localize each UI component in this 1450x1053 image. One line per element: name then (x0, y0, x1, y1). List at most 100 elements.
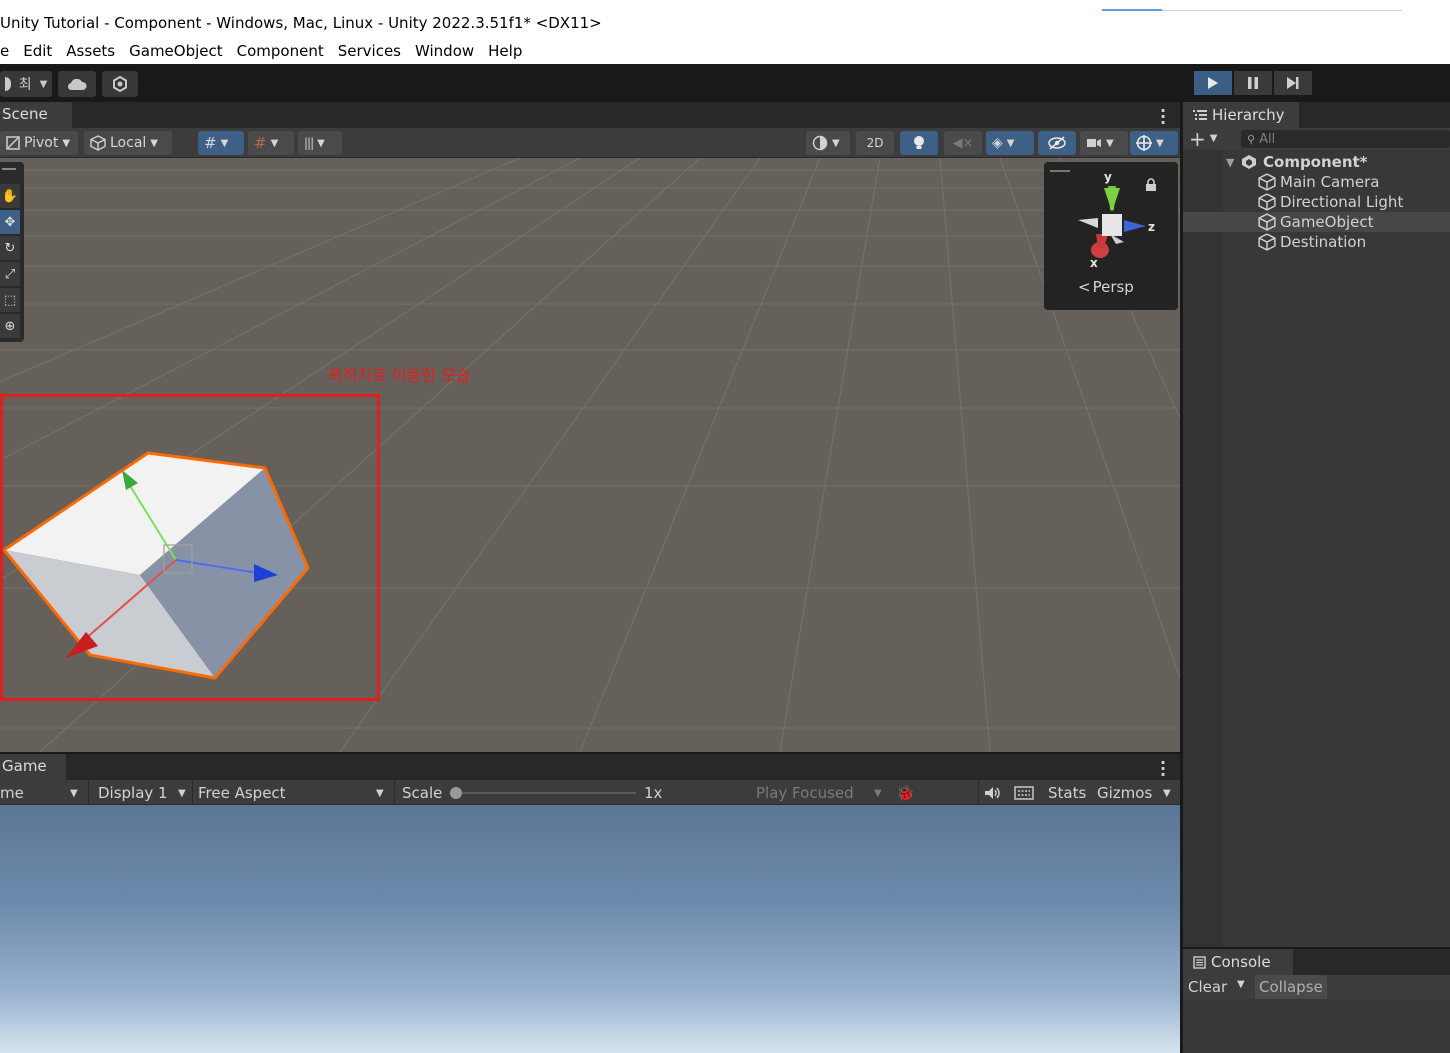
shading-icon (812, 135, 828, 151)
increment-snap-toggle[interactable]: # ▼ (248, 131, 294, 155)
gizmos-label: Gizmos (1097, 784, 1153, 802)
console-tab-bar: Console (1183, 949, 1450, 975)
console-log-area (1183, 999, 1450, 1053)
step-icon (1287, 77, 1299, 89)
menu-assets[interactable]: Assets (66, 42, 115, 60)
move-tool[interactable]: ✥ (0, 210, 20, 234)
gizmos-dropdown[interactable]: ▼ (1130, 131, 1178, 155)
light-bulb-icon (914, 136, 924, 149)
hierarchy-tab-bar: Hierarchy (1183, 102, 1450, 128)
create-dropdown[interactable]: + ▼ (1189, 128, 1217, 150)
move-icon: ✥ (4, 214, 16, 230)
draw-mode-dropdown[interactable]: ▼ (806, 131, 850, 155)
game-viewport[interactable] (0, 805, 1180, 1053)
chevron-down-icon: ▼ (832, 137, 840, 149)
lighting-toggle[interactable] (900, 131, 938, 155)
scene-visibility-toggle[interactable] (1038, 131, 1076, 155)
drag-handle-icon[interactable] (2, 168, 16, 170)
menu-services[interactable]: Services (338, 42, 401, 60)
gizmos-dropdown[interactable]: Gizmos ▼ (1097, 782, 1177, 804)
console-toolbar: Clear ▼ Collapse (1183, 975, 1450, 999)
hierarchy-item-destination[interactable]: Destination (1183, 232, 1450, 252)
stats-button[interactable]: Stats (1048, 782, 1086, 804)
game-mode-dropdown[interactable]: me ▼ (0, 782, 86, 804)
pivot-dropdown[interactable]: Pivot ▼ (0, 131, 78, 155)
console-icon (1193, 955, 1206, 969)
play-focused-dropdown[interactable]: Play Focused ▼ (756, 782, 888, 804)
toggle-2d-button[interactable]: 2D (856, 131, 894, 155)
tab-game[interactable]: Game (0, 754, 66, 780)
grid-snap-toggle[interactable]: # ▼ (198, 131, 244, 155)
collapse-button[interactable]: Collapse (1255, 975, 1327, 999)
tab-hierarchy[interactable]: Hierarchy (1183, 102, 1299, 128)
hierarchy-item-directional-light[interactable]: Directional Light (1183, 192, 1450, 212)
gameobject-icon (1258, 173, 1276, 191)
local-dropdown[interactable]: Local ▼ (84, 131, 172, 155)
chevron-down-icon: ▼ (150, 137, 158, 149)
scale-label: Scale (402, 784, 443, 802)
step-button[interactable] (1274, 71, 1312, 95)
hierarchy-item-main-camera[interactable]: Main Camera (1183, 172, 1450, 192)
audio-toggle[interactable]: ◀× (944, 131, 982, 155)
more-options-icon[interactable]: · · · (1160, 755, 1166, 783)
menu-gameobject[interactable]: GameObject (129, 42, 223, 60)
hierarchy-search[interactable]: ⚲ All (1241, 130, 1450, 148)
hierarchy-item-label: Directional Light (1280, 193, 1404, 211)
transform-icon: ⊕ (4, 318, 16, 334)
search-placeholder: All (1259, 131, 1276, 147)
audio-mute-icon: ◀× (952, 135, 974, 151)
collab-button[interactable] (102, 71, 138, 97)
menu-file[interactable]: e (0, 42, 9, 60)
hand-tool[interactable]: ✋ (0, 184, 20, 208)
scene-tab-bar: Scene · · · (0, 102, 1180, 131)
cloud-icon (67, 78, 87, 91)
play-icon (1208, 77, 1218, 89)
tab-scene[interactable]: Scene (0, 102, 72, 128)
transform-tool[interactable]: ⊕ (0, 314, 20, 338)
tools-panel: ✋ ✥ ↻ ⤢ ⬚ ⊕ (0, 162, 24, 342)
debug-toggle[interactable]: 🐞 (896, 782, 915, 804)
title-bar: Unity Tutorial - Component - Windows, Ma… (0, 0, 1450, 64)
projection-toggle[interactable]: < Persp (1078, 278, 1134, 296)
menu-edit[interactable]: Edit (23, 42, 52, 60)
menu-component[interactable]: Component (237, 42, 324, 60)
tab-console[interactable]: Console (1183, 949, 1293, 975)
aspect-dropdown[interactable]: Free Aspect ▼ (198, 782, 390, 804)
gameobject-icon (1258, 233, 1276, 251)
list-icon (1193, 110, 1207, 120)
hierarchy-list (1183, 150, 1450, 947)
hand-icon: ✋ (1, 188, 19, 204)
divider (394, 780, 395, 805)
drag-handle-icon[interactable] (1050, 170, 1070, 172)
effects-dropdown[interactable]: ◈ ▼ (986, 131, 1034, 155)
hierarchy-scene-row[interactable]: ▼ Component* (1183, 152, 1450, 172)
clear-options-icon[interactable]: ▼ (1237, 979, 1245, 990)
play-button[interactable] (1194, 71, 1232, 95)
scale-slider-handle[interactable] (450, 787, 462, 799)
menu-help[interactable]: Help (488, 42, 522, 60)
hierarchy-item-gameobject[interactable]: GameObject (1183, 212, 1450, 232)
perspective-icon: < (1078, 278, 1091, 296)
rotate-icon: ↻ (4, 240, 16, 256)
display-dropdown[interactable]: Display 1 ▼ (98, 782, 190, 804)
account-dropdown[interactable]: 최 ▼ (0, 71, 52, 97)
more-options-icon[interactable]: · · · (1160, 103, 1166, 131)
orientation-gizmo[interactable]: y x z < Persp (1044, 162, 1178, 310)
plus-icon: + (1189, 127, 1206, 151)
expand-arrow-icon[interactable]: ▼ (1226, 156, 1234, 169)
mute-audio-toggle[interactable] (984, 782, 1002, 804)
shortcuts-toggle[interactable] (1014, 782, 1034, 804)
menu-window[interactable]: Window (415, 42, 474, 60)
scale-tool[interactable]: ⤢ (0, 262, 20, 286)
clear-button[interactable]: Clear (1188, 978, 1227, 996)
camera-dropdown[interactable]: ▼ (1080, 131, 1128, 155)
pause-button[interactable] (1234, 71, 1272, 95)
play-focused-label: Play Focused (756, 784, 854, 802)
cloud-button[interactable] (58, 71, 96, 97)
rotate-tool[interactable]: ↻ (0, 236, 20, 260)
hierarchy-item-label: GameObject (1280, 213, 1374, 231)
gizmo-sphere-icon (1136, 135, 1152, 151)
ruler-toggle[interactable]: ||| ▼ (298, 131, 342, 155)
rect-tool[interactable]: ⬚ (0, 288, 20, 312)
scale-slider-track[interactable] (456, 792, 636, 794)
